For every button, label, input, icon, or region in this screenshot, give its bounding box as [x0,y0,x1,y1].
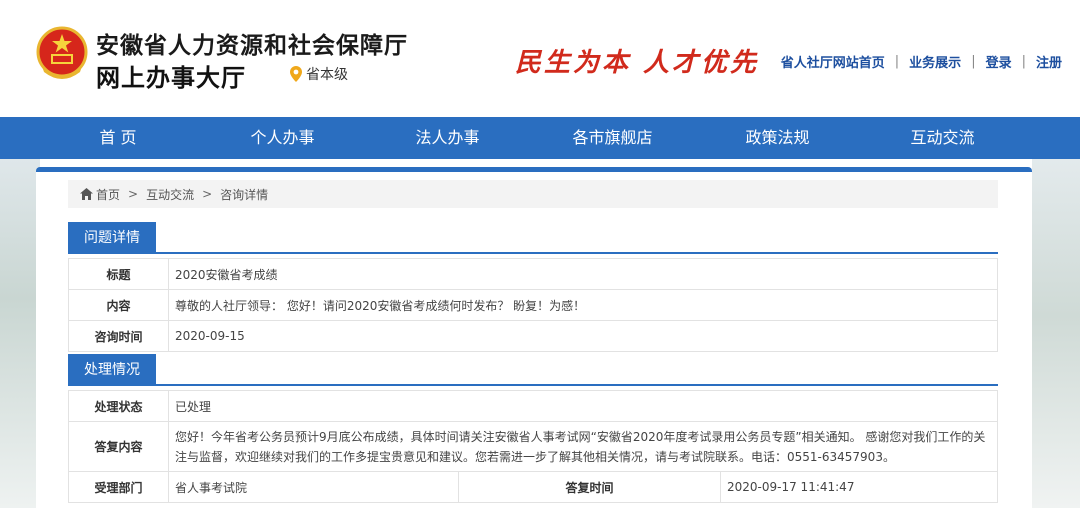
location-pin-icon [290,66,302,82]
table-row: 答复内容 您好！今年省考公务员预计9月底公布成绩，具体时间请关注安徽省人事考试网… [68,421,998,472]
reply-time-label: 答复时间 [458,471,721,503]
content-card: 首页 > 互动交流 > 咨询详情 问题详情 标题 2020安徽省考成绩 内容 尊… [36,167,1032,508]
site-subtitle: 网上办事大厅 [96,64,246,92]
location-selector[interactable]: 省本级 [290,64,348,84]
inquiry-time-label: 咨询时间 [68,320,169,352]
header: 安徽省人力资源和社会保障厅 网上办事大厅 省本级 民生为本 人才优先 省人社厅网… [0,0,1080,117]
title-label: 标题 [68,258,169,290]
status-label: 处理状态 [68,390,169,422]
table-row: 处理状态 已处理 [68,390,998,422]
table-row: 受理部门 省人事考试院 答复时间 2020-09-17 11:41:47 [68,471,998,503]
site-title: 安徽省人力资源和社会保障厅 [96,33,408,59]
question-section-header: 问题详情 [68,222,998,254]
home-icon [80,188,93,200]
breadcrumb-current: 咨询详情 [220,187,269,202]
nav-corporate-services[interactable]: 法人办事 [365,117,530,159]
national-emblem-icon [36,26,88,79]
breadcrumb-home[interactable]: 首页 [96,186,120,203]
link-separator: | [1021,54,1026,69]
background-scenery-left [0,159,40,508]
background-scenery-right [1032,159,1080,508]
table-row: 咨询时间 2020-09-15 [68,320,998,352]
breadcrumb: 首页 > 互动交流 > 咨询详情 [68,180,998,208]
table-row: 标题 2020安徽省考成绩 [68,258,998,290]
link-business-display[interactable]: 业务展示 [909,52,961,71]
reply-time-value: 2020-09-17 11:41:47 [720,471,998,503]
department-value: 省人事考试院 [168,471,459,503]
title-value: 2020安徽省考成绩 [168,258,998,290]
location-label: 省本级 [306,67,348,83]
nav-policies[interactable]: 政策法规 [695,117,860,159]
reply-label: 答复内容 [68,421,169,472]
nav-interaction[interactable]: 互动交流 [860,117,1025,159]
nav-personal-services[interactable]: 个人办事 [200,117,365,159]
nav-city-stores[interactable]: 各市旗舰店 [530,117,695,159]
top-links: 省人社厅网站首页 | 业务展示 | 登录 | 注册 [781,52,1062,71]
question-section-title: 问题详情 [68,222,156,254]
breadcrumb-separator: > [202,187,213,201]
link-register[interactable]: 注册 [1036,52,1062,71]
slogan: 民生为本 人才优先 [515,48,760,78]
content-label: 内容 [68,289,169,321]
table-row: 内容 尊敬的人社厅领导： 您好！请问2020安徽省考成绩何时发布？ 盼复！为感！ [68,289,998,321]
breadcrumb-separator: > [128,187,139,201]
status-value: 已处理 [168,390,998,422]
link-site-home[interactable]: 省人社厅网站首页 [781,52,885,71]
department-label: 受理部门 [68,471,169,503]
link-separator: | [971,54,976,69]
reply-value: 您好！今年省考公务员预计9月底公布成绩，具体时间请关注安徽省人事考试网“安徽省2… [168,421,998,472]
inquiry-time-value: 2020-09-15 [168,320,998,352]
link-separator: | [894,54,900,69]
handling-section-header: 处理情况 [68,354,998,386]
question-table: 标题 2020安徽省考成绩 内容 尊敬的人社厅领导： 您好！请问2020安徽省考… [68,258,998,352]
content-value: 尊敬的人社厅领导： 您好！请问2020安徽省考成绩何时发布？ 盼复！为感！ [168,289,998,321]
link-login[interactable]: 登录 [986,52,1012,71]
main-nav: 首 页 个人办事 法人办事 各市旗舰店 政策法规 互动交流 [0,117,1080,159]
nav-home[interactable]: 首 页 [0,117,200,159]
handling-table: 处理状态 已处理 答复内容 您好！今年省考公务员预计9月底公布成绩，具体时间请关… [68,390,998,503]
handling-section-title: 处理情况 [68,354,156,386]
breadcrumb-interaction[interactable]: 互动交流 [146,186,194,203]
